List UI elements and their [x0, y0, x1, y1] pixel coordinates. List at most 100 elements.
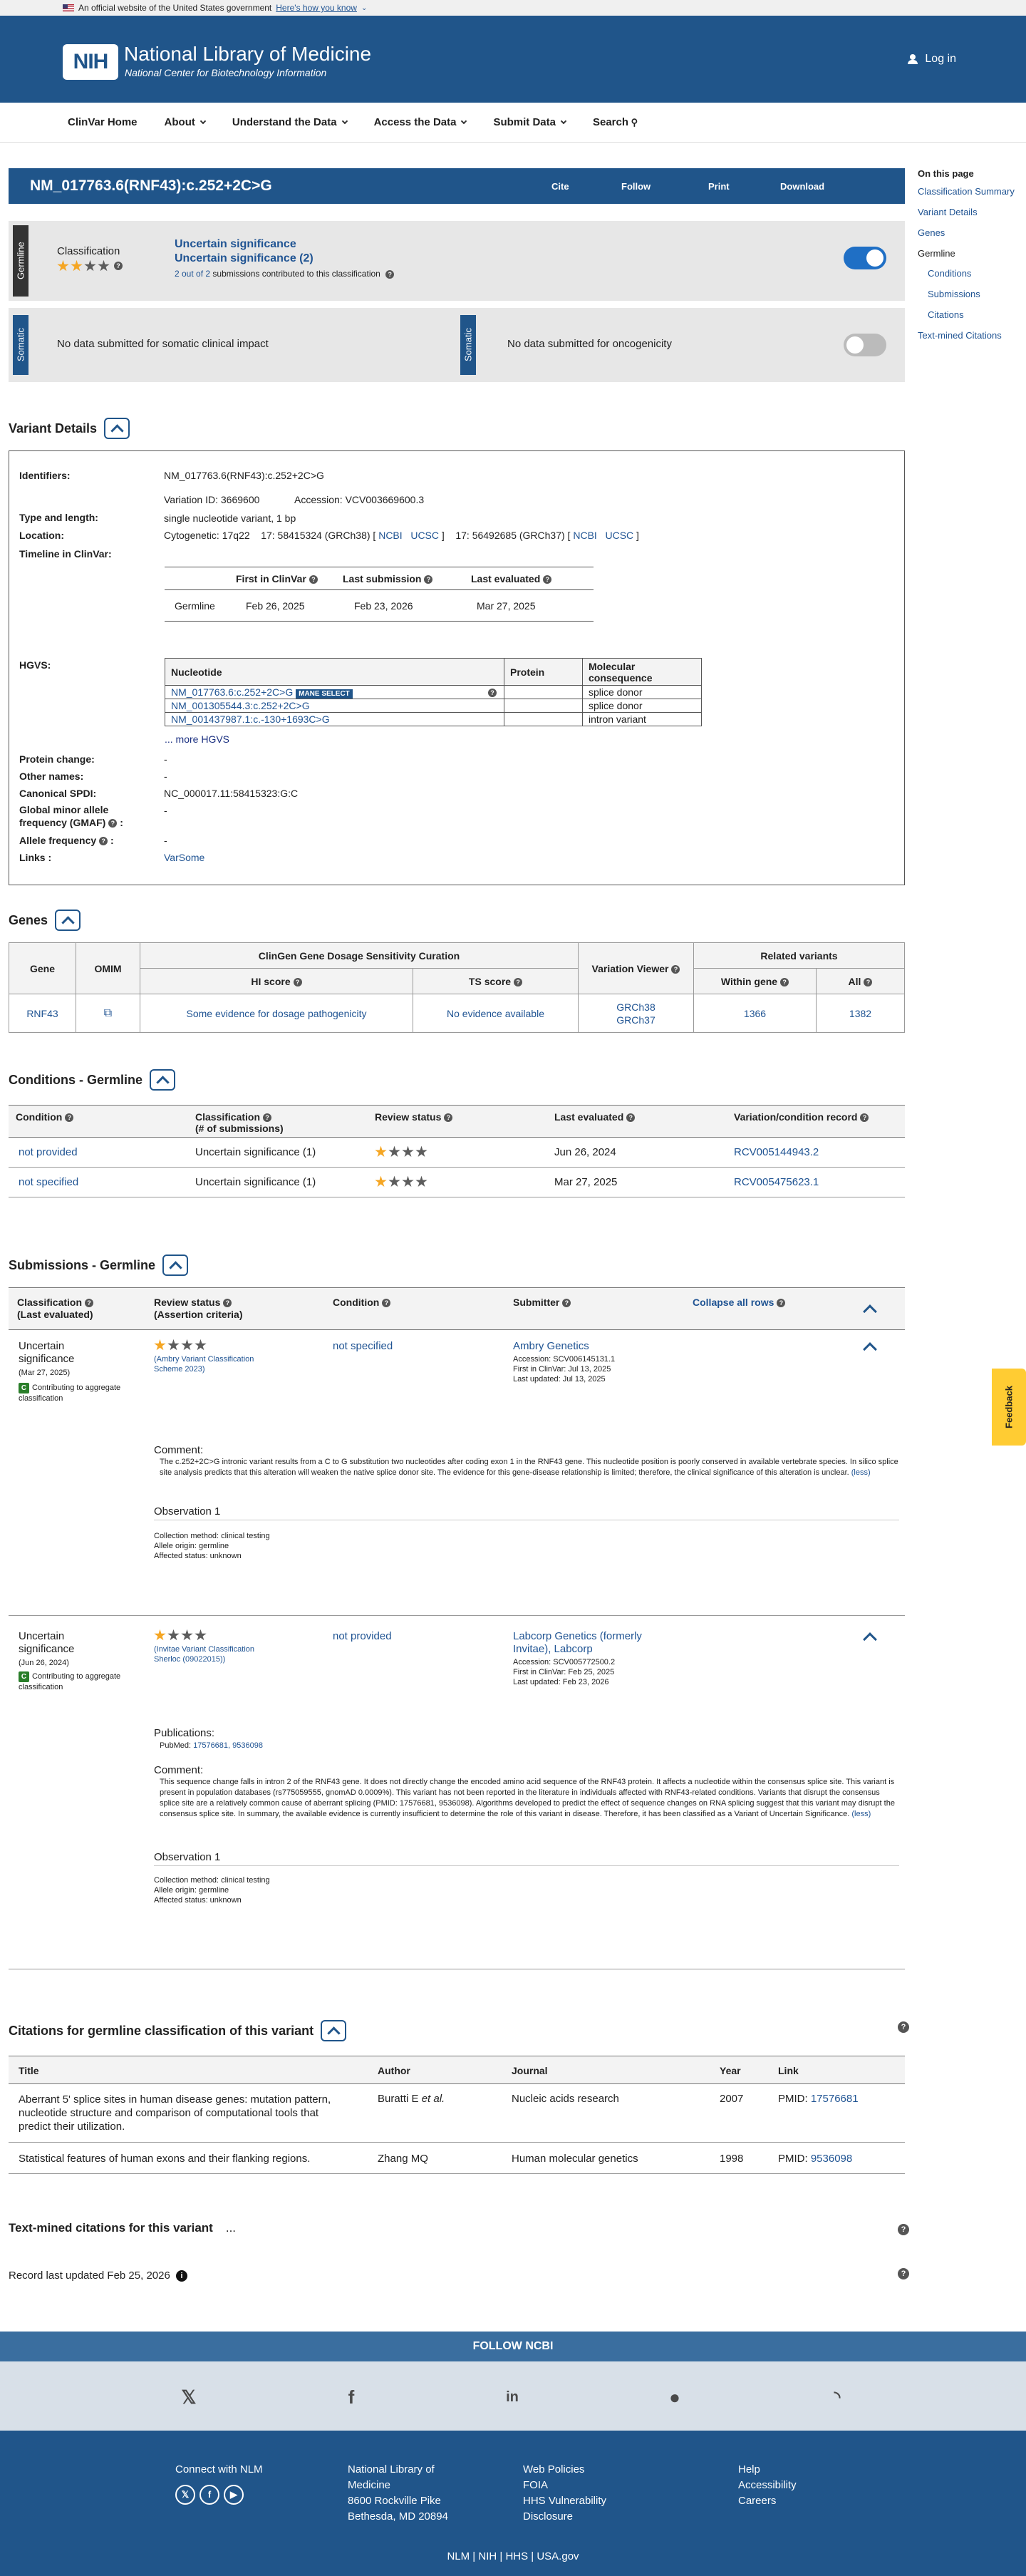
help-icon[interactable]: ?	[263, 1113, 272, 1123]
help-icon[interactable]: ?	[309, 575, 318, 584]
help-icon[interactable]: ?	[514, 977, 523, 986]
follow-button[interactable]: Follow	[621, 181, 651, 192]
help-icon[interactable]: ?	[444, 1113, 453, 1123]
footer-link[interactable]: HHS	[505, 2550, 528, 2562]
collapse-variant-details-button[interactable]	[104, 418, 130, 439]
germline-toggle[interactable]	[844, 247, 886, 269]
help-icon[interactable]: ?	[385, 269, 395, 279]
pmid-link[interactable]: 17576681	[811, 2093, 859, 2105]
youtube-icon[interactable]: ▶	[224, 2485, 244, 2505]
help-icon[interactable]: ?	[626, 1113, 636, 1123]
help-icon[interactable]: ?	[382, 1299, 391, 1308]
ucsc-link[interactable]: UCSC	[605, 530, 633, 541]
help-icon[interactable]: ?	[780, 977, 789, 986]
footer-link[interactable]: Disclosure	[523, 2509, 606, 2525]
chevron-up-icon[interactable]	[863, 1342, 877, 1356]
help-icon[interactable]: ?	[65, 1113, 74, 1123]
toc-genes[interactable]: Genes	[918, 227, 1025, 239]
collapse-genes-button[interactable]	[55, 910, 81, 931]
heres-how-link[interactable]: Here's how you know	[276, 3, 357, 13]
help-icon[interactable]: ?	[293, 977, 302, 986]
footer-link[interactable]: FOIA	[523, 2478, 606, 2493]
help-icon[interactable]: ?	[108, 819, 118, 828]
condition-link[interactable]: not provided	[19, 1146, 78, 1158]
germline-significance-count[interactable]: Uncertain significance (2)	[175, 252, 314, 265]
x-twitter-icon[interactable]: 𝕏	[178, 2386, 200, 2408]
nav-clinvar-home[interactable]: ClinVar Home	[68, 116, 138, 128]
rss-icon[interactable]: ◝	[826, 2386, 848, 2408]
ncbi-link[interactable]: NCBI	[378, 530, 402, 541]
nav-search[interactable]: Search ⚲	[593, 116, 638, 128]
toc-variant-details[interactable]: Variant Details	[918, 207, 1025, 219]
submission-condition-link[interactable]: not provided	[333, 1630, 392, 1642]
address-line[interactable]: Bethesda, MD 20894	[348, 2509, 448, 2525]
download-button[interactable]: Download	[780, 181, 824, 192]
help-icon[interactable]: ?	[898, 2021, 909, 2033]
varsome-link[interactable]: VarSome	[164, 852, 204, 863]
linkedin-icon[interactable]: in	[502, 2386, 523, 2408]
submission-count-link[interactable]: 2 out of 2	[175, 269, 210, 279]
footer-link[interactable]: Accessibility	[738, 2478, 797, 2493]
help-icon[interactable]: ?	[99, 837, 108, 846]
address-line[interactable]: National Library of	[348, 2462, 448, 2478]
submission-condition-link[interactable]: not specified	[333, 1340, 393, 1352]
address-line[interactable]: Medicine	[348, 2478, 448, 2493]
chevron-up-icon[interactable]	[863, 1304, 877, 1319]
help-icon[interactable]: ?	[543, 575, 552, 584]
submitter-link[interactable]: Labcorp Genetics (formerly Invitae), Labc…	[513, 1630, 642, 1656]
collapse-citations-button[interactable]	[321, 2020, 347, 2041]
text-mined-ellipsis[interactable]: ...	[226, 2221, 236, 2235]
help-icon[interactable]: ?	[488, 689, 497, 697]
grch37-viewer-link[interactable]: GRCh37	[616, 1014, 655, 1026]
grch38-viewer-link[interactable]: GRCh38	[616, 1001, 655, 1013]
nih-logo[interactable]: NIH	[63, 44, 118, 80]
collapse-submissions-button[interactable]	[162, 1254, 189, 1276]
hgvs-nucleotide-link[interactable]: NM_017763.6:c.252+2C>G	[171, 686, 293, 698]
help-icon[interactable]: ?	[898, 2224, 909, 2235]
somatic-toggle[interactable]	[844, 334, 886, 356]
ts-score-link[interactable]: No evidence available	[447, 1008, 544, 1019]
all-variants-link[interactable]: 1382	[849, 1008, 871, 1019]
within-gene-link[interactable]: 1366	[744, 1008, 766, 1019]
toc-citations[interactable]: Citations	[918, 309, 1025, 321]
help-icon[interactable]: ?	[864, 977, 873, 986]
x-twitter-icon[interactable]: 𝕏	[175, 2485, 195, 2505]
ncbi-link[interactable]: NCBI	[573, 530, 596, 541]
submitter-link[interactable]: Ambry Genetics	[513, 1340, 589, 1352]
less-link[interactable]: (less)	[851, 1810, 871, 1818]
help-icon[interactable]: ?	[671, 964, 680, 974]
toc-text-mined[interactable]: Text-mined Citations	[918, 330, 1025, 342]
collapse-conditions-button[interactable]	[150, 1069, 176, 1091]
less-link[interactable]: (less)	[851, 1468, 871, 1477]
collapse-all-label[interactable]: Collapse all rows	[693, 1297, 774, 1308]
toc-submissions[interactable]: Submissions	[918, 289, 1025, 301]
nav-about[interactable]: About	[165, 116, 207, 128]
help-icon[interactable]: ?	[424, 575, 433, 584]
print-button[interactable]: Print	[708, 181, 730, 192]
facebook-icon[interactable]: f	[341, 2386, 362, 2408]
footer-link[interactable]: NIH	[478, 2550, 497, 2562]
rcv-link[interactable]: RCV005475623.1	[734, 1176, 819, 1188]
hi-score-link[interactable]: Some evidence for dosage pathogenicity	[187, 1008, 367, 1019]
feedback-tab[interactable]: Feedback	[992, 1369, 1026, 1446]
help-icon[interactable]: ?	[85, 1299, 94, 1308]
assertion-criteria-link[interactable]: (Invitae Variant Classification Sherloc (…	[154, 1644, 254, 1664]
gene-link[interactable]: RNF43	[26, 1008, 58, 1019]
login-button[interactable]: Log in	[908, 53, 956, 66]
footer-link[interactable]: Careers	[738, 2493, 797, 2509]
nav-access[interactable]: Access the Data	[374, 116, 467, 128]
facebook-icon[interactable]: f	[200, 2485, 219, 2505]
github-icon[interactable]: ●	[664, 2386, 685, 2408]
footer-link[interactable]: Web Policies	[523, 2462, 606, 2478]
footer-link[interactable]: HHS Vulnerability	[523, 2493, 606, 2509]
help-icon[interactable]: ?	[898, 2268, 909, 2279]
cite-button[interactable]: Cite	[551, 181, 569, 192]
pmid-link[interactable]: 9536098	[811, 2153, 852, 2165]
footer-link[interactable]: Help	[738, 2462, 797, 2478]
footer-link[interactable]: NLM	[447, 2550, 470, 2562]
nav-understand[interactable]: Understand the Data	[232, 116, 348, 128]
rcv-link[interactable]: RCV005144943.2	[734, 1146, 819, 1158]
chevron-up-icon[interactable]	[863, 1632, 877, 1647]
hgvs-nucleotide-link[interactable]: NM_001305544.3:c.252+2C>G	[171, 700, 310, 711]
condition-link[interactable]: not specified	[19, 1176, 78, 1188]
